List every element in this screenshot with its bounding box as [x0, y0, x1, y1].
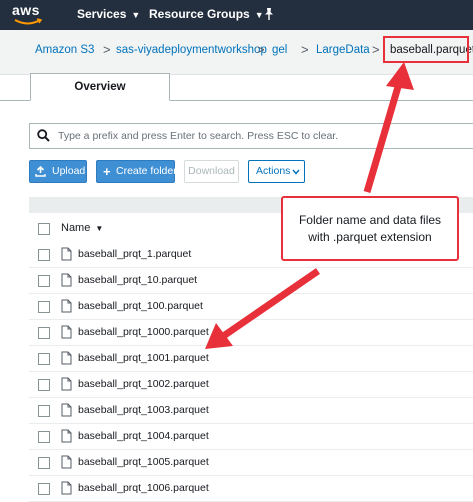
annotation-line-2: with .parquet extension	[308, 230, 432, 244]
annotation-line-1: Folder name and data files	[298, 213, 442, 227]
annotation-callout: Folder name and data files with .parquet…	[281, 196, 459, 261]
annotation-text: Folder name and data files with .parquet…	[285, 212, 455, 246]
arrow-head-up	[386, 62, 414, 90]
